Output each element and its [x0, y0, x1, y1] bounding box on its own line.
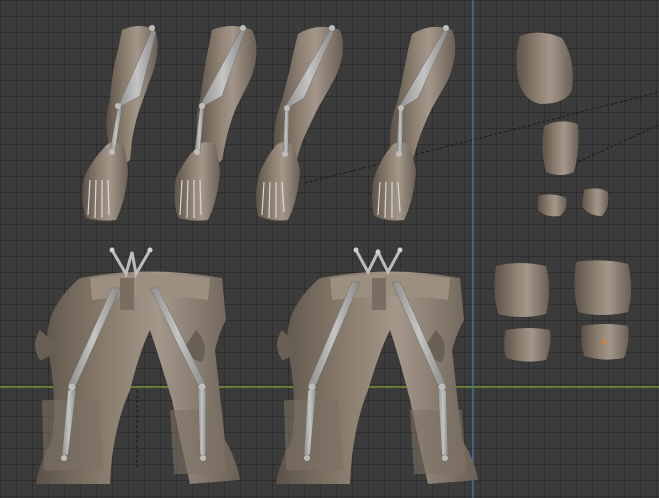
bracer[interactable]: [542, 121, 579, 175]
3d-viewport[interactable]: [0, 0, 659, 498]
legs-right-pair[interactable]: [276, 247, 478, 485]
hand-piece-left[interactable]: [538, 194, 567, 217]
knee-pad-lower-left[interactable]: [504, 328, 551, 362]
knee-pad-upper-right[interactable]: [574, 260, 631, 315]
arm-2[interactable]: [174, 25, 257, 221]
knee-pad-lower-right[interactable]: [581, 324, 629, 360]
arm-3[interactable]: [256, 25, 343, 221]
arm-4[interactable]: [372, 25, 456, 221]
object-origin-marker: [602, 340, 606, 344]
knee-pad-upper-left[interactable]: [494, 263, 549, 317]
pauldron[interactable]: [516, 32, 573, 104]
arm-1[interactable]: [82, 25, 158, 221]
hand-piece-right[interactable]: [582, 188, 609, 216]
relationship-line: [304, 91, 659, 184]
viewport-scene[interactable]: [0, 0, 659, 498]
legs-left-pair[interactable]: [35, 247, 240, 485]
